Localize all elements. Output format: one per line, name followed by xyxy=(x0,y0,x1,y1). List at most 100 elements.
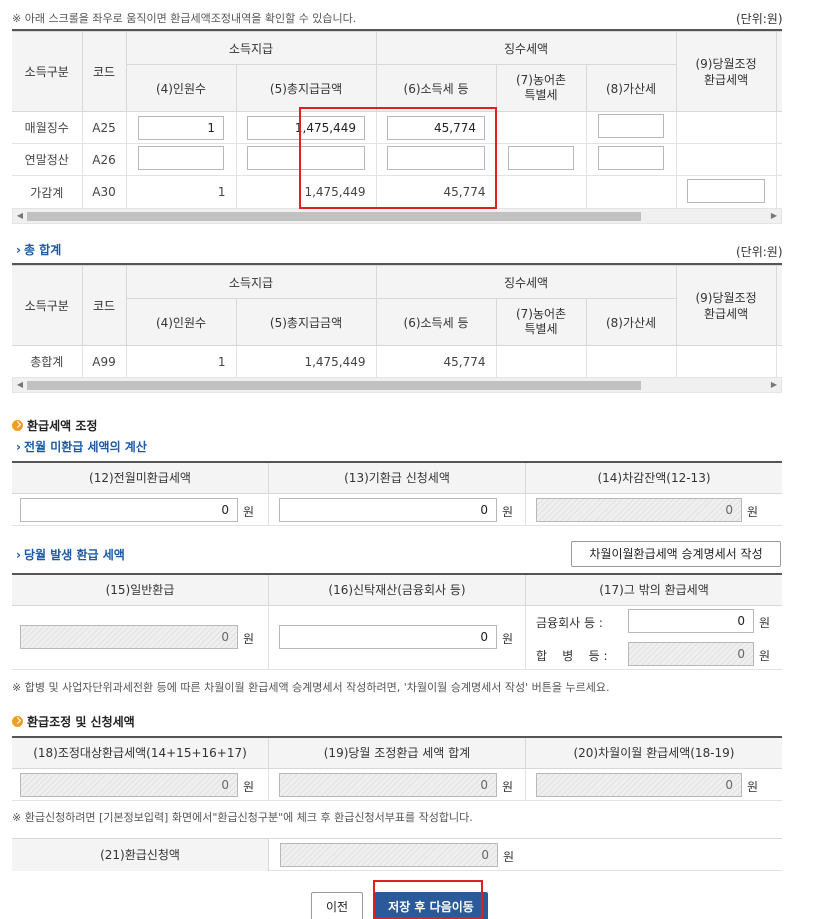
header-tax-withheld: 징수세액 xyxy=(375,31,677,65)
header-persons: (4)인원수 xyxy=(126,298,237,346)
won-unit: 원 xyxy=(502,632,514,646)
header-code: 코드 xyxy=(81,265,127,346)
header-income-type: 소득구분 xyxy=(12,265,83,346)
refund-request-title: 환급조정 및 신청세액 xyxy=(12,713,135,730)
header-balance: (14)차감잔액(12-13) xyxy=(525,463,782,493)
grand-total-title: › 총 합계 xyxy=(16,243,62,257)
header-adjust-target: (18)조정대상환급세액(14+15+16+17) xyxy=(33,746,247,760)
merger-field: 0 xyxy=(628,642,754,666)
refund-adjust-title: 환급세액 조정 xyxy=(12,417,97,434)
general-refund-field: 0 xyxy=(20,625,238,649)
won-unit: 원 xyxy=(502,505,514,519)
unit-label: (단위:원) xyxy=(736,12,783,26)
header-code: 코드 xyxy=(81,31,127,112)
refund-request-grid: (18)조정대상환급세액(14+15+16+17) (19)당월 조정환급 세액… xyxy=(12,736,782,801)
already-refunded-input[interactable]: 0 xyxy=(279,498,497,522)
header-carryover: (20)차월이월 환급세액(18-19) xyxy=(525,738,782,768)
carryover-statement-button[interactable]: 차월이월환급세액 승계명세서 작성 xyxy=(571,541,781,567)
header-refund-adjust: (9)당월조정 환급세액 xyxy=(675,31,777,112)
header-penalty: (8)가산세 xyxy=(585,64,677,112)
refund-apply-label: (21)환급신청액 xyxy=(12,839,269,871)
balance-field: 0 xyxy=(536,498,742,522)
scroll-hint-note: ※ 아래 스크롤을 좌우로 움직이면 환급세액조정내역을 확인할 수 있습니다. xyxy=(12,12,357,25)
won-unit: 원 xyxy=(502,780,514,794)
current-month-grid: (15)일반환급 (16)신탁재산(금융회사 등) (17)그 밖의 환급세액 … xyxy=(12,573,782,670)
penalty-input[interactable] xyxy=(598,146,665,170)
scroll-right-icon[interactable]: ▶ xyxy=(767,378,781,392)
header-refund-adjust: (9)당월조정 환급세액 xyxy=(675,265,777,346)
bullet-icon xyxy=(12,420,23,431)
horizontal-scrollbar[interactable]: ◀ ▶ xyxy=(12,208,782,224)
row-code: A30 xyxy=(81,175,127,208)
row-type: 매월징수 xyxy=(12,111,83,144)
carryover-field: 0 xyxy=(536,773,742,797)
grand-total-table: 소득구분 코드 소득지급 징수세액 (9)당월조정 환급세액 (4)인원수 (5… xyxy=(12,263,782,377)
scrollbar-thumb[interactable] xyxy=(27,381,641,390)
prev-month-grid: (12)전월미환급세액 (13)기환급 신청세액 (14)차감잔액(12-13)… xyxy=(12,461,782,526)
table-row: 총합계 A99 1 1,475,449 45,774 xyxy=(12,345,782,377)
header-persons: (4)인원수 xyxy=(126,64,237,112)
header-prev-unrefunded: (12)전월미환급세액 xyxy=(89,471,191,485)
header-trust-assets: (16)신탁재산(금융회사 등) xyxy=(268,575,525,605)
won-unit: 원 xyxy=(759,649,771,663)
won-unit: 원 xyxy=(243,632,255,646)
scroll-left-icon[interactable]: ◀ xyxy=(13,378,27,392)
unit-label: (단위:원) xyxy=(736,245,783,259)
row-type: 연말정산 xyxy=(12,143,83,176)
horizontal-scrollbar[interactable]: ◀ ▶ xyxy=(12,377,782,393)
prev-button[interactable]: 이전 xyxy=(311,892,363,919)
header-tax-withheld: 징수세액 xyxy=(375,265,677,299)
refund-apply-note: ※ 환급신청하려면 [기본정보입력] 화면에서"환급신청구분"에 체크 후 환급… xyxy=(12,811,473,824)
header-income-type: 소득구분 xyxy=(12,31,83,112)
adjust-target-field: 0 xyxy=(20,773,238,797)
row-code: A25 xyxy=(81,111,127,144)
prev-month-title: › 전월 미환급 세액의 계산 xyxy=(16,440,147,454)
total-payment-value: 1,475,449 xyxy=(235,345,377,377)
header-already-refunded: (13)기환급 신청세액 xyxy=(268,463,525,493)
income-tax-value: 45,774 xyxy=(375,345,497,377)
merger-label: 합 병 등 : xyxy=(536,649,608,663)
current-month-title: › 당월 발생 환급 세액 xyxy=(16,548,125,562)
scroll-left-icon[interactable]: ◀ xyxy=(13,209,27,223)
header-other-refund: (17)그 밖의 환급세액 xyxy=(525,575,782,605)
highlight-box xyxy=(373,880,483,919)
won-unit: 원 xyxy=(759,616,771,630)
header-income-payment: 소득지급 xyxy=(125,31,377,65)
header-total-payment: (5)총지급금액 xyxy=(235,64,377,112)
rural-tax-input[interactable] xyxy=(508,146,575,170)
refund-adjust-input[interactable] xyxy=(687,178,766,203)
won-unit: 원 xyxy=(503,850,515,864)
header-rural-tax: (7)농어촌 특별세 xyxy=(495,298,587,346)
merger-note: ※ 합병 및 사업자단위과세전환 등에 따른 차월이월 환급세액 승계명세서 작… xyxy=(12,681,610,694)
trust-assets-input[interactable]: 0 xyxy=(279,625,497,649)
scroll-right-icon[interactable]: ▶ xyxy=(767,209,781,223)
financial-input[interactable]: 0 xyxy=(628,609,754,633)
scrollbar-thumb[interactable] xyxy=(27,212,641,221)
header-general-refund: (15)일반환급 xyxy=(105,583,175,597)
month-adjust-total-field: 0 xyxy=(279,773,497,797)
header-income-tax: (6)소득세 등 xyxy=(375,298,497,346)
persons-input[interactable] xyxy=(138,146,224,170)
prev-unrefunded-input[interactable]: 0 xyxy=(20,498,238,522)
row-type: 가감계 xyxy=(12,175,83,208)
header-income-payment: 소득지급 xyxy=(125,265,377,299)
highlight-box xyxy=(299,107,497,209)
won-unit: 원 xyxy=(243,780,255,794)
financial-label: 금융회사 등 : xyxy=(536,616,603,630)
won-unit: 원 xyxy=(747,505,759,519)
header-penalty: (8)가산세 xyxy=(585,298,677,346)
won-unit: 원 xyxy=(243,505,255,519)
row-code: A26 xyxy=(81,143,127,176)
won-unit: 원 xyxy=(747,780,759,794)
penalty-input[interactable] xyxy=(598,114,665,138)
persons-value: 1 xyxy=(125,175,237,208)
persons-value: 1 xyxy=(125,345,237,377)
refund-apply-row: (21)환급신청액 0 원 xyxy=(12,838,782,871)
persons-input[interactable]: 1 xyxy=(138,115,224,140)
header-income-tax: (6)소득세 등 xyxy=(375,64,497,112)
row-type: 총합계 xyxy=(12,345,83,377)
row-code: A99 xyxy=(81,345,127,377)
header-rural-tax: (7)농어촌 특별세 xyxy=(495,64,587,112)
header-total-payment: (5)총지급금액 xyxy=(235,298,377,346)
header-month-adjust-total: (19)당월 조정환급 세액 합계 xyxy=(268,738,525,768)
